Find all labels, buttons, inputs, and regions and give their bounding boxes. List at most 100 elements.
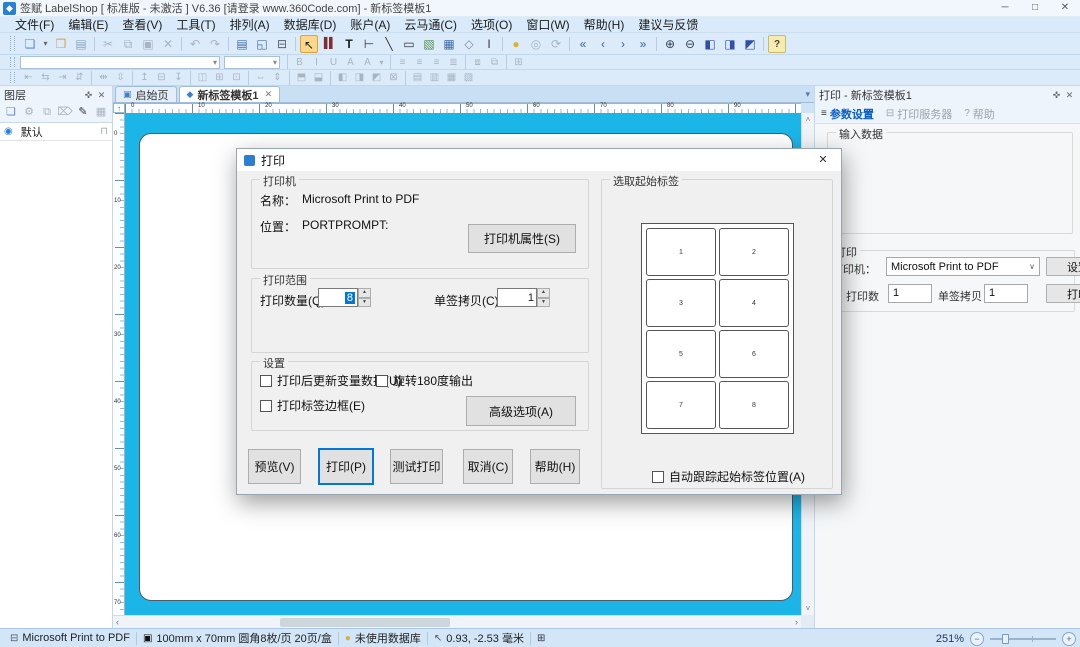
tab-print-server[interactable]: ⊟ 打印服务器 — [886, 106, 952, 122]
menu-item[interactable]: 文件(F) — [8, 16, 61, 33]
rotate-180-checkbox[interactable]: 旋转180度输出 — [376, 372, 473, 389]
fit-width-icon[interactable]: ◧ — [701, 35, 719, 53]
copies-stepper[interactable]: 1 ▲▼ — [497, 288, 550, 307]
copies-input[interactable]: 1 — [984, 284, 1028, 303]
minimize-button[interactable]: ─ — [990, 0, 1020, 17]
help-button[interactable]: 帮助(H) — [530, 449, 580, 484]
menu-item[interactable]: 账户(A) — [343, 16, 397, 33]
unlock-icon[interactable]: ⊓ — [100, 126, 108, 137]
new-icon[interactable]: ❏ — [21, 35, 39, 53]
printer-select[interactable]: Microsoft Print to PDF ∨ — [886, 257, 1040, 276]
checkbox-box[interactable] — [376, 375, 388, 387]
prev-record-icon[interactable]: ‹ — [594, 35, 612, 53]
tab-help[interactable]: ? 帮助 — [964, 106, 995, 122]
dialog-close-icon[interactable]: ✕ — [815, 152, 831, 168]
menu-item[interactable]: 选项(O) — [464, 16, 519, 33]
spin-down-icon[interactable]: ▼ — [537, 298, 550, 308]
menu-item[interactable]: 查看(V) — [115, 16, 169, 33]
table-tool-icon[interactable]: ▦ — [440, 35, 458, 53]
close-icon[interactable]: ✕ — [1063, 90, 1076, 101]
print-count-input[interactable]: 1 — [888, 284, 932, 303]
image-tool-icon[interactable]: ▧ — [420, 35, 438, 53]
auto-track-checkbox[interactable]: 自动跟踪起始标签位置(A) — [652, 468, 805, 485]
dialog-title-bar[interactable]: 打印 ✕ — [237, 149, 841, 171]
font-size-select[interactable]: ▾ — [224, 56, 280, 69]
cancel-button[interactable]: 取消(C) — [463, 449, 513, 484]
chevron-down-icon[interactable]: ▾ — [805, 89, 810, 100]
tab-close-icon[interactable]: ✕ — [265, 89, 273, 100]
checkbox-box[interactable] — [260, 400, 272, 412]
menu-item[interactable]: 工具(T) — [169, 16, 222, 33]
pin-icon[interactable]: ✜ — [82, 90, 95, 101]
database-icon[interactable]: ● — [507, 35, 525, 53]
start-label-cell[interactable]: 4 — [719, 279, 789, 327]
ibeam-tool-icon[interactable]: I — [480, 35, 498, 53]
font-family-select[interactable]: ▾ — [20, 56, 220, 69]
guide-tool-icon[interactable]: ⊢ — [360, 35, 378, 53]
menu-item[interactable]: 排列(A) — [223, 16, 277, 33]
spin-down-icon[interactable]: ▼ — [358, 298, 371, 308]
ole-tool-icon[interactable]: ◇ — [460, 35, 478, 53]
horizontal-scrollbar[interactable]: ‹ › — [113, 615, 801, 628]
page-setup-icon[interactable]: ▤ — [233, 35, 251, 53]
line-tool-icon[interactable]: ╲ — [380, 35, 398, 53]
start-label-cell[interactable]: 6 — [719, 330, 789, 378]
zoom-slider[interactable] — [990, 638, 1056, 640]
new-caret-icon[interactable]: ▾ — [41, 35, 50, 53]
print-preview-icon[interactable]: ◱ — [253, 35, 271, 53]
zoom-out-icon[interactable]: − — [970, 632, 984, 646]
spin-up-icon[interactable]: ▲ — [358, 288, 371, 298]
quick-print-button[interactable]: 打印 — [1046, 284, 1080, 303]
maximize-button[interactable]: □ — [1020, 0, 1050, 17]
last-record-icon[interactable]: » — [634, 35, 652, 53]
zoom-in-icon[interactable]: + — [1062, 632, 1076, 646]
test-print-button[interactable]: 测试打印 — [390, 449, 443, 484]
zoom-slider-thumb[interactable] — [1002, 634, 1009, 644]
scroll-left-icon[interactable]: ‹ — [116, 617, 119, 627]
menu-item[interactable]: 云马通(C) — [397, 16, 464, 33]
start-label-cell[interactable]: 8 — [719, 381, 789, 429]
tab-start-page[interactable]: ▣ 启始页 — [115, 86, 177, 102]
start-label-cell[interactable]: 3 — [646, 279, 716, 327]
print-quantity-stepper[interactable]: 8 ▲▼ — [318, 288, 371, 307]
scrollbar-thumb[interactable] — [280, 618, 450, 627]
menu-item[interactable]: 数据库(D) — [277, 16, 344, 33]
scroll-up-icon[interactable]: ˄ — [806, 113, 811, 126]
select-tool-icon[interactable]: ↖ — [300, 35, 318, 53]
start-label-cell[interactable]: 2 — [719, 228, 789, 276]
shape-tool-icon[interactable]: ▭ — [400, 35, 418, 53]
fit-page-icon[interactable]: ◨ — [721, 35, 739, 53]
open-icon[interactable]: ❒ — [52, 35, 70, 53]
text-tool-icon[interactable]: T — [340, 35, 358, 53]
menu-item[interactable]: 编辑(E) — [61, 16, 115, 33]
tab-parameter-settings[interactable]: ≡ 参数设置 — [821, 106, 874, 122]
label-border-checkbox[interactable]: 打印标签边框(E) — [260, 397, 365, 414]
status-database[interactable]: ● 未使用数据库 — [339, 630, 427, 646]
close-button[interactable]: ✕ — [1050, 0, 1080, 17]
start-label-cell[interactable]: 7 — [646, 381, 716, 429]
printer-properties-button[interactable]: 打印机属性(S) — [468, 224, 576, 253]
tab-template[interactable]: ◆ 新标签模板1 ✕ — [179, 86, 281, 102]
zoom-out-icon[interactable]: ⊖ — [681, 35, 699, 53]
spin-up-icon[interactable]: ▲ — [537, 288, 550, 298]
advanced-options-button[interactable]: 高级选项(A) — [466, 396, 576, 426]
menu-item[interactable]: 建议与反馈 — [631, 16, 705, 33]
start-label-cell[interactable]: 5 — [646, 330, 716, 378]
menu-item[interactable]: 帮助(H) — [577, 16, 632, 33]
scroll-down-icon[interactable]: ˅ — [806, 602, 811, 615]
grid-icon[interactable]: ⊞ — [537, 633, 545, 644]
first-record-icon[interactable]: « — [574, 35, 592, 53]
close-icon[interactable]: ✕ — [95, 90, 108, 101]
barcode-tool-icon[interactable]: ▌▌ — [320, 35, 338, 53]
checkbox-box[interactable] — [652, 471, 664, 483]
layer-row[interactable]: ◉ 默认 ⊓ — [0, 123, 112, 141]
add-layer-icon[interactable]: ❏ — [3, 105, 19, 120]
print-button[interactable]: 打印(P) — [318, 448, 374, 485]
menu-item[interactable]: 窗口(W) — [519, 16, 576, 33]
rename-layer-icon[interactable]: ✎ — [75, 105, 91, 120]
zoom-in-icon[interactable]: ⊕ — [661, 35, 679, 53]
start-label-cell[interactable]: 1 — [646, 228, 716, 276]
pin-icon[interactable]: ✜ — [1050, 90, 1063, 101]
scroll-right-icon[interactable]: › — [795, 617, 798, 627]
preview-button[interactable]: 预览(V) — [248, 449, 301, 484]
